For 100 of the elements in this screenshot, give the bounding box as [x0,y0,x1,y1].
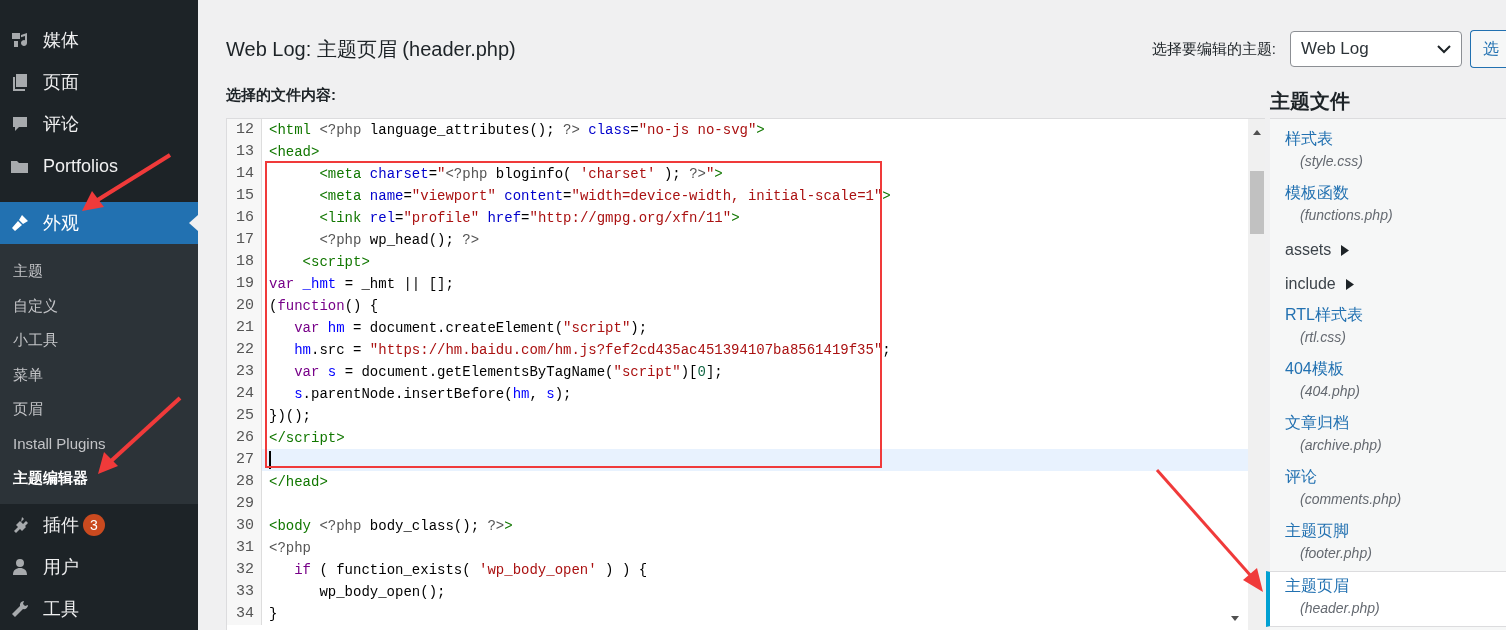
file-name: (404.php) [1299,382,1361,401]
editor-label: 选择的文件内容: [226,85,337,105]
count-badge: 3 [83,513,105,536]
menu-label: 插件 [43,513,79,537]
caret-icon [1341,244,1350,256]
code-line: if ( function_exists( 'wp_body_open' ) ) { [293,561,648,580]
text-cursor [269,451,271,469]
current-pointer-icon [189,215,198,231]
file-item[interactable]: 404模板 (404.php) [1266,355,1506,409]
scrollbar[interactable] [1248,119,1265,630]
line-number: 13 [227,141,262,163]
line-number: 19 [227,273,262,295]
menu-item[interactable]: 页面 [0,61,198,103]
submenu-item[interactable]: 菜单 [0,357,198,392]
menu-item[interactable]: 媒体 [0,19,198,61]
file-item[interactable]: 主题页眉 (header.php) [1266,571,1506,627]
files-heading: 主题文件 [1270,89,1351,114]
line-number: 25 [227,405,262,427]
menu-label: 外观 [43,212,79,235]
line-number: 16 [227,207,262,229]
pages-icon [10,72,30,92]
menu-item[interactable]: 插件 3 [0,503,198,546]
code-line: } [268,605,278,624]
file-label: 模板函数 [1285,183,1350,203]
code-line: <meta name="viewport" content="width=device-width, initial-scale=1"> [318,187,891,206]
line-number: 22 [227,339,262,361]
menu-label: 评论 [43,113,79,136]
line-number: 12 [227,119,262,141]
line-number: 34 [227,603,262,625]
menu-item[interactable]: Portfolios [0,145,198,187]
file-name: (archive.php) [1299,436,1383,455]
user-icon [10,556,30,577]
line-number: 27 [227,449,262,471]
line-number: 28 [227,471,262,493]
menu-label: 页面 [43,71,79,94]
line-number: 14 [227,163,262,185]
code-line: wp_body_open(); [318,583,446,602]
code-line: var hm = document.createElement("script"); [293,319,648,338]
line-number: 21 [227,317,262,339]
scroll-up-icon[interactable] [1253,130,1261,135]
file-item[interactable]: 文章归档 (archive.php) [1266,409,1506,463]
file-name: (style.css) [1299,152,1364,171]
file-item[interactable]: 样式表 (style.css) [1266,125,1506,179]
file-label: 主题页脚 [1285,521,1350,541]
select-button[interactable]: 选 [1470,30,1506,68]
file-label: 样式表 [1285,129,1334,149]
menu-label: 用户 [43,555,79,579]
folder-label: assets [1285,241,1332,259]
code-editor[interactable] [226,118,1265,630]
submenu-item[interactable]: 小工具 [0,323,198,358]
line-number: 32 [227,559,262,581]
menu-label: 媒体 [43,29,79,52]
code-line: var _hmt = _hmt || []; [268,275,454,294]
line-number: 30 [227,515,262,537]
file-name: (footer.php) [1299,544,1373,563]
folder-item[interactable]: assets [1270,233,1506,267]
line-number: 29 [227,493,262,515]
file-item[interactable]: 模板函数 (functions.php) [1266,179,1506,233]
file-item[interactable]: RTL样式表 (rtl.css) [1266,301,1506,355]
code-line: <script> [301,253,370,272]
code-line: <html <?php language_attributes(); ?> class="no-js no-svg"> [268,121,765,140]
code-line: (function() { [268,297,379,316]
theme-select[interactable]: Web Log [1290,31,1462,67]
file-label: 404模板 [1285,359,1345,379]
code-line: hm.src = "https://hm.baidu.com/hm.js?fef2cd435ac451394107ba8561419f35"; [293,341,891,360]
line-number: 24 [227,383,262,405]
code-line: <body <?php body_class(); ?>> [268,517,513,536]
code-line: <meta charset="<?php bloginfo( 'charset' ); ?>"> [318,165,723,184]
line-number: 23 [227,361,262,383]
page-title: Web Log: 主题页眉 (header.php) [226,36,516,62]
code-line: <?php wp_head(); ?> [318,231,480,250]
paintbrush-icon [10,213,30,233]
file-name: (comments.php) [1299,490,1403,509]
file-item[interactable]: 主题页脚 (footer.php) [1266,517,1506,571]
file-item[interactable]: 评论 (comments.php) [1266,463,1506,517]
file-label: 评论 [1285,467,1318,487]
code-line: var s = document.getElementsByTagName("script")[0]; [293,363,723,382]
file-label: 文章归档 [1285,413,1350,433]
submenu-item[interactable]: 自定义 [0,288,198,323]
line-number: 31 [227,537,262,559]
file-name: (header.php) [1299,599,1381,618]
menu-item[interactable]: 工具 [0,587,198,630]
submenu-item[interactable]: Install Plugins [0,426,198,461]
folder-item[interactable]: include [1270,267,1506,301]
scroll-thumb[interactable] [1250,171,1264,234]
menu-label: Portfolios [43,155,119,177]
code-line: <?php [268,539,311,558]
line-number: 33 [227,581,262,603]
menu-item[interactable]: 评论 [0,103,198,145]
menu-label: 工具 [43,597,79,621]
line-number: 15 [227,185,262,207]
submenu-item[interactable]: 主题 [0,254,198,289]
menu-item[interactable]: 用户 [0,545,198,588]
menu-item[interactable]: 外观 [0,202,198,244]
submenu-item[interactable]: 页眉 [0,392,198,427]
file-name: (rtl.css) [1299,328,1347,347]
scroll-down-icon[interactable] [1231,616,1239,621]
caret-icon [1345,278,1354,290]
code-line: </script> [268,429,345,448]
submenu-item[interactable]: 主题编辑器 [0,461,198,496]
